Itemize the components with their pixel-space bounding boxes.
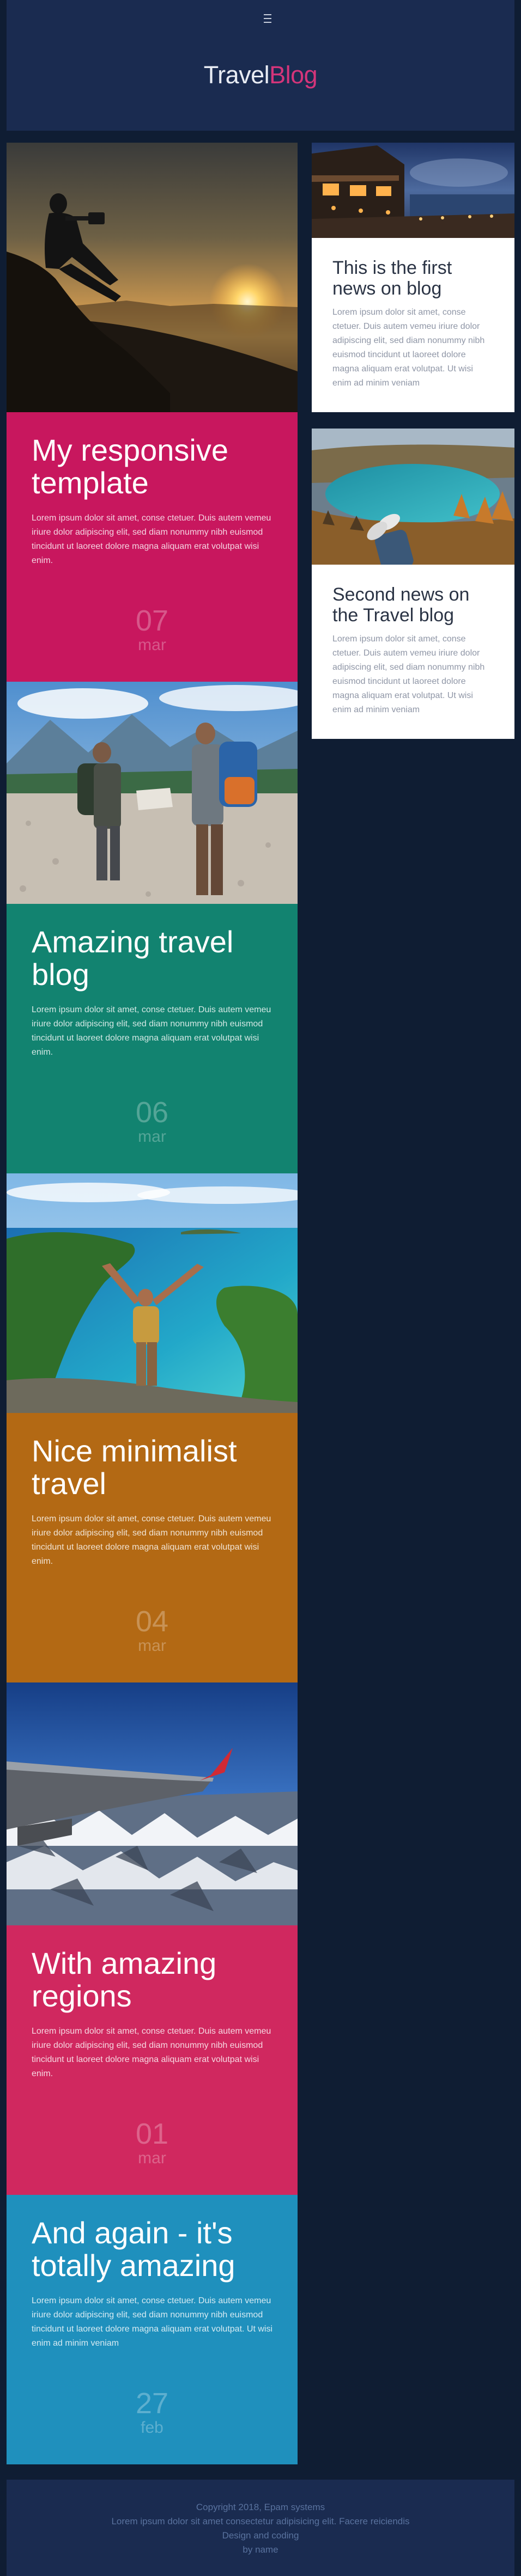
post-date-day: 07 bbox=[135, 604, 169, 637]
footer-description: Lorem ipsum dolor sit amet consectetur a… bbox=[111, 2516, 410, 2526]
site-logo[interactable]: TravelBlog bbox=[7, 61, 514, 89]
post-date: 07 mar bbox=[7, 605, 298, 654]
footer-copyright: Copyright 2018, Epam systems bbox=[196, 2502, 325, 2512]
news-card-body: This is the first news on blog Lorem ips… bbox=[312, 238, 514, 412]
site-header: TravelBlog bbox=[7, 0, 514, 131]
logo-travel: Travel bbox=[203, 61, 270, 89]
resort-dusk-photo[interactable] bbox=[312, 143, 514, 238]
airplane-wing-photo[interactable] bbox=[7, 1682, 298, 1925]
post-title[interactable]: Nice minimalist travel bbox=[32, 1435, 272, 1500]
post-date-month: mar bbox=[138, 1128, 166, 1146]
post-card[interactable]: Amazing travel blog Lorem ipsum dolor si… bbox=[7, 682, 298, 1173]
news-card[interactable]: This is the first news on blog Lorem ips… bbox=[312, 143, 514, 412]
post-excerpt: Lorem ipsum dolor sit amet, conse ctetue… bbox=[32, 2296, 273, 2348]
post-date: 04 mar bbox=[7, 1606, 298, 1655]
post-card-body: With amazing regions Lorem ipsum dolor s… bbox=[7, 1925, 298, 2195]
hamburger-menu-icon[interactable] bbox=[260, 14, 275, 25]
news-title[interactable]: This is the first news on blog bbox=[332, 258, 494, 299]
post-excerpt: Lorem ipsum dolor sit amet, conse ctetue… bbox=[32, 1005, 271, 1057]
post-date-day: 01 bbox=[135, 2118, 169, 2150]
post-card-body: And again - it's totally amazing Lorem i… bbox=[7, 2195, 298, 2464]
post-date-month: mar bbox=[138, 636, 166, 654]
footer-author: by name bbox=[243, 2544, 278, 2555]
news-spacer bbox=[312, 412, 514, 429]
post-date-month: feb bbox=[141, 2419, 163, 2437]
post-title[interactable]: With amazing regions bbox=[32, 1947, 272, 2012]
post-title[interactable]: Amazing travel blog bbox=[32, 926, 272, 991]
post-title[interactable]: My responsive template bbox=[32, 434, 272, 499]
hikers-map-photo[interactable] bbox=[7, 682, 298, 904]
post-date: 01 mar bbox=[7, 2119, 298, 2168]
news-card[interactable]: Second news on the Travel blog Lorem ips… bbox=[312, 429, 514, 739]
mountain-lake-photo[interactable] bbox=[312, 429, 514, 565]
post-date-month: mar bbox=[138, 1637, 166, 1655]
post-date-day: 04 bbox=[135, 1605, 169, 1638]
post-card[interactable]: My responsive template Lorem ipsum dolor… bbox=[7, 143, 298, 682]
post-date-month: mar bbox=[138, 2149, 166, 2167]
post-date: 27 feb bbox=[7, 2388, 298, 2437]
post-title[interactable]: And again - it's totally amazing bbox=[32, 2217, 272, 2282]
post-card-body: My responsive template Lorem ipsum dolor… bbox=[7, 412, 298, 682]
footer-credits: Design and coding bbox=[222, 2530, 299, 2541]
post-card-body: Nice minimalist travel Lorem ipsum dolor… bbox=[7, 1413, 298, 1682]
post-card[interactable]: With amazing regions Lorem ipsum dolor s… bbox=[7, 1682, 298, 2195]
sunset-photographer-photo[interactable] bbox=[7, 143, 298, 412]
logo-blog: Blog bbox=[269, 61, 318, 89]
post-excerpt: Lorem ipsum dolor sit amet, conse ctetue… bbox=[32, 1514, 271, 1566]
post-excerpt: Lorem ipsum dolor sit amet, conse ctetue… bbox=[32, 2027, 271, 2078]
post-date-day: 06 bbox=[135, 1096, 169, 1129]
site-footer: Copyright 2018, Epam systems Lorem ipsum… bbox=[7, 2480, 514, 2576]
post-card[interactable]: And again - it's totally amazing Lorem i… bbox=[7, 2195, 298, 2464]
post-date: 06 mar bbox=[7, 1097, 298, 1146]
news-column: This is the first news on blog Lorem ips… bbox=[312, 143, 514, 739]
post-card[interactable]: Nice minimalist travel Lorem ipsum dolor… bbox=[7, 1173, 298, 1682]
news-excerpt: Lorem ipsum dolor sit amet, conse ctetue… bbox=[332, 308, 485, 388]
tropical-island-photo[interactable] bbox=[7, 1173, 298, 1413]
news-card-body: Second news on the Travel blog Lorem ips… bbox=[312, 565, 514, 739]
news-title[interactable]: Second news on the Travel blog bbox=[332, 584, 494, 626]
post-date-day: 27 bbox=[135, 2387, 169, 2420]
news-excerpt: Lorem ipsum dolor sit amet, conse ctetue… bbox=[332, 634, 485, 714]
post-excerpt: Lorem ipsum dolor sit amet, conse ctetue… bbox=[32, 513, 271, 565]
posts-column: My responsive template Lorem ipsum dolor… bbox=[7, 143, 298, 2464]
post-card-body: Amazing travel blog Lorem ipsum dolor si… bbox=[7, 904, 298, 1173]
